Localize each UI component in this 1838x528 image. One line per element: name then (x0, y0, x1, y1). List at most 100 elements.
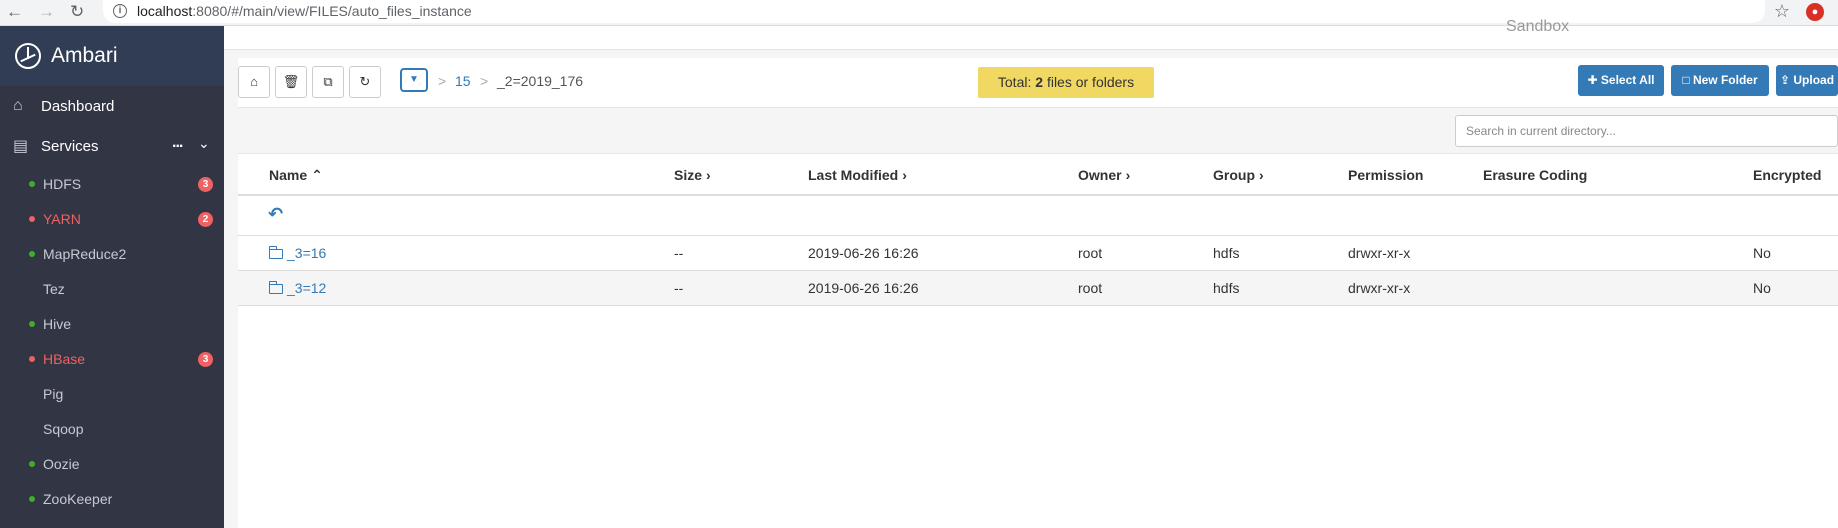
column-label: Group (1213, 167, 1255, 183)
url-text[interactable]: localhost:8080/#/main/view/FILES/auto_fi… (137, 3, 472, 19)
column-header-name[interactable]: Name ⌃ (269, 167, 323, 184)
upload-button[interactable]: ⇪ Upload (1776, 65, 1838, 96)
cell-size: -- (674, 280, 684, 296)
cell-permission: drwxr-xr-x (1348, 280, 1411, 296)
sidebar-item-label: Tez (43, 280, 65, 297)
delete-button[interactable]: 🗑 (275, 66, 307, 98)
cell-name[interactable]: _3=16 (268, 245, 326, 261)
column-header-last-modified[interactable]: Last Modified › (808, 167, 907, 183)
upload-label: Upload (1793, 73, 1835, 87)
column-header-erasure-coding: Erasure Coding (1483, 167, 1588, 183)
sidebar-service-item[interactable]: Hive (0, 306, 224, 341)
brand-name: Ambari (51, 44, 118, 67)
column-label: Name (269, 167, 308, 183)
reload-icon[interactable]: ↻ (70, 3, 84, 21)
bookmark-star-icon[interactable]: ☆ (1774, 1, 1790, 22)
column-header-group[interactable]: Group › (1213, 167, 1264, 183)
cell-name[interactable]: _3=12 (268, 280, 326, 296)
more-actions-icon[interactable]: ... (172, 134, 183, 152)
column-header-owner[interactable]: Owner › (1078, 167, 1130, 183)
extension-icon[interactable]: ● (1806, 3, 1824, 21)
refresh-button[interactable]: ↻ (349, 66, 381, 98)
paste-button[interactable]: ⧉ (312, 66, 344, 98)
main-content: Sandbox ⌂ 🗑 ⧉ ↻ ▼ > 15 > _2=2019_176 Tot… (224, 18, 1838, 528)
sidebar-item-label: Hive (43, 315, 72, 332)
top-strip: Sandbox (224, 18, 1838, 50)
chevron-down-icon[interactable]: ⌄ (198, 135, 210, 152)
alert-count-badge[interactable]: 3 (198, 177, 213, 192)
cell-size: -- (674, 245, 684, 261)
new-folder-button[interactable]: □ New Folder (1671, 65, 1769, 96)
chevron-right-icon: › (706, 167, 711, 183)
plus-icon: ✚ (1587, 73, 1598, 87)
chevron-right-icon: › (1259, 167, 1264, 183)
sidebar: Ambari ⌂ Dashboard ▤ Services ... ⌄ HDFS… (0, 26, 224, 528)
folder-dropdown-button[interactable]: ▼ (400, 68, 428, 92)
status-dot-icon (29, 180, 35, 187)
sidebar-service-item[interactable]: HDFS 3 (0, 166, 224, 201)
sidebar-item-label: HBase (43, 350, 86, 367)
trash-icon: 🗑 (282, 74, 300, 89)
table-row[interactable]: _3=16 -- 2019-06-26 16:26 root hdfs drwxr-xr-… (238, 236, 1838, 271)
sidebar-item-dashboard[interactable]: ⌂ Dashboard (0, 86, 224, 126)
total-suffix: files or folders (1046, 74, 1135, 90)
site-info-icon[interactable]: i (113, 4, 127, 18)
alert-count-badge[interactable]: 3 (198, 352, 213, 367)
cluster-name: Sandbox (1506, 18, 1570, 35)
brand[interactable]: Ambari (0, 26, 224, 86)
sidebar-service-item[interactable]: Pig (0, 376, 224, 411)
breadcrumb-link[interactable]: 15 (455, 73, 471, 89)
services-list: HDFS 3 YARN 2 MapReduce2 Tez Hive HBase 3 Pig Sqoo… (0, 166, 224, 516)
column-header-permission: Permission (1348, 167, 1424, 183)
cell-encrypted: No (1753, 245, 1771, 261)
total-count-badge: Total: 2 files or folders (978, 67, 1154, 98)
search-input[interactable] (1455, 115, 1838, 147)
sidebar-service-item[interactable]: Tez (0, 271, 224, 306)
table-row[interactable]: _3=12 -- 2019-06-26 16:26 root hdfs drwxr-xr-… (238, 271, 1838, 306)
cell-owner: root (1078, 280, 1103, 296)
folder-icon: □ (1682, 73, 1690, 87)
alert-count-badge[interactable]: 2 (198, 212, 213, 227)
chevron-right-icon: › (902, 167, 907, 183)
column-label: Last Modified (808, 167, 899, 183)
sidebar-service-item[interactable]: YARN 2 (0, 201, 224, 236)
sidebar-item-label: Dashboard (41, 97, 115, 115)
breadcrumb-separator: > (438, 73, 447, 89)
sidebar-service-item[interactable]: Sqoop (0, 411, 224, 446)
sidebar-item-services[interactable]: ▤ Services ... ⌄ (0, 126, 224, 166)
upload-icon: ⇪ (1779, 73, 1791, 87)
sidebar-service-item[interactable]: MapReduce2 (0, 236, 224, 271)
cell-modified: 2019-06-26 16:26 (808, 280, 919, 296)
folder-name[interactable]: _3=12 (287, 280, 326, 296)
sidebar-item-label: Pig (43, 385, 64, 402)
parent-directory-row[interactable]: ↶ (238, 196, 1838, 236)
cell-encrypted: No (1753, 280, 1771, 296)
files-panel: ⌂ 🗑 ⧉ ↻ ▼ > 15 > _2=2019_176 Total: 2 fi… (238, 58, 1838, 528)
briefcase-icon: ▤ (13, 138, 29, 155)
new-folder-label: New Folder (1692, 73, 1758, 87)
files-toolbar: ⌂ 🗑 ⧉ ↻ ▼ > 15 > _2=2019_176 Total: 2 fi… (238, 58, 1838, 106)
sidebar-service-item[interactable]: ZooKeeper (0, 481, 224, 516)
sidebar-service-item[interactable]: HBase 3 (0, 341, 224, 376)
sidebar-item-label: Services (41, 137, 99, 155)
status-dot-icon (29, 320, 35, 327)
cell-group: hdfs (1213, 280, 1240, 296)
sidebar-service-item[interactable]: Oozie (0, 446, 224, 481)
sort-up-icon: ⌃ (311, 167, 323, 183)
caret-down-icon: ▼ (409, 74, 419, 85)
forward-arrow-icon[interactable]: → (38, 3, 55, 21)
folder-name[interactable]: _3=16 (287, 245, 326, 261)
sidebar-item-label: YARN (43, 210, 81, 227)
home-button[interactable]: ⌂ (238, 66, 270, 98)
status-dot-icon (29, 250, 35, 257)
select-all-button[interactable]: ✚ Select All (1578, 65, 1664, 96)
sidebar-item-label: MapReduce2 (43, 245, 127, 262)
column-header-size[interactable]: Size › (674, 167, 711, 183)
reply-arrow-icon[interactable]: ↶ (268, 204, 283, 225)
paste-icon: ⧉ (323, 74, 333, 89)
search-bar (238, 107, 1838, 154)
back-arrow-icon[interactable]: ← (6, 3, 23, 21)
status-dot-icon (29, 215, 35, 222)
sidebar-item-label: Oozie (43, 455, 80, 472)
cell-modified: 2019-06-26 16:26 (808, 245, 919, 261)
